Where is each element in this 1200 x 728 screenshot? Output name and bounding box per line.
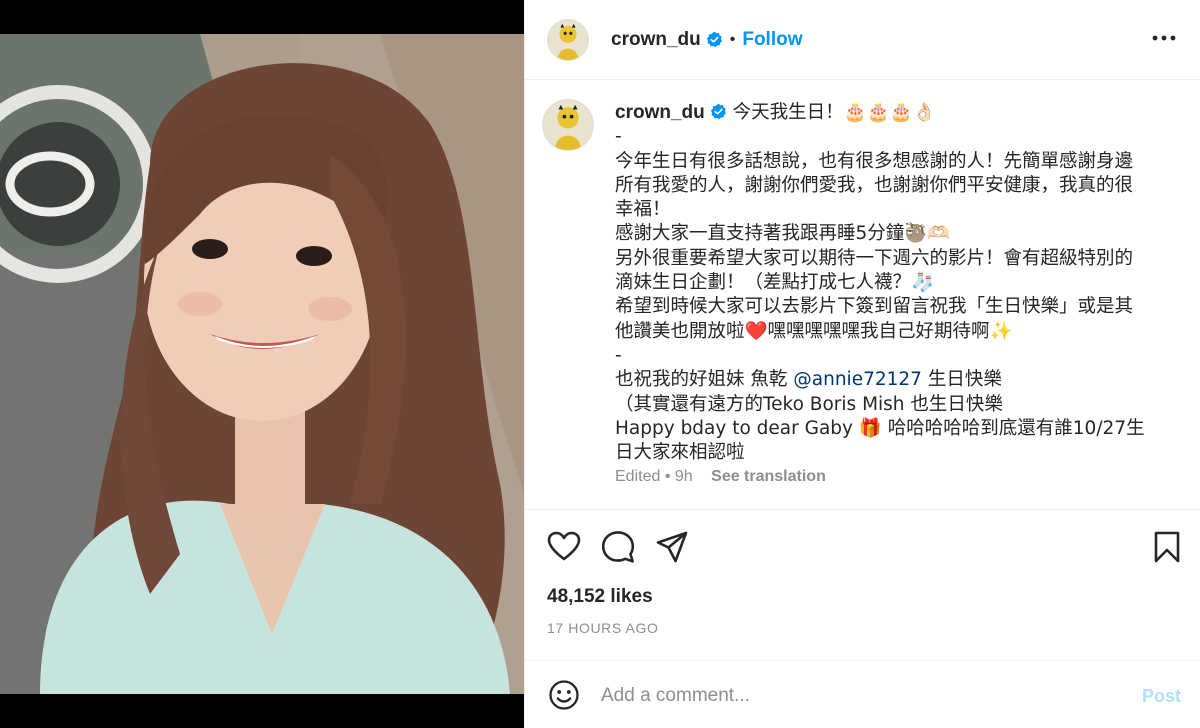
caption-line: - (615, 126, 622, 148)
follow-button[interactable]: Follow (742, 29, 802, 51)
caption-line: 幸福！ (615, 199, 671, 221)
bookmark-icon[interactable] (1150, 530, 1184, 564)
post-comment-button[interactable]: Post (1142, 686, 1181, 707)
action-bar (525, 510, 1200, 582)
caption-line: 今天我生日！🎂🎂🎂👌🏻 (732, 102, 936, 123)
edited-age[interactable]: 9h (675, 468, 693, 485)
caption-first-line: crown_du 今天我生日！🎂🎂🎂👌🏻 (615, 101, 1175, 125)
post-media[interactable] (0, 0, 524, 728)
likes-count[interactable]: 48,152 likes (547, 586, 653, 608)
see-translation-button[interactable]: See translation (711, 468, 826, 485)
caption-line: 日大家來相認啦 (615, 442, 745, 464)
caption-section: crown_du 今天我生日！🎂🎂🎂👌🏻 - 今年生日有很多話想說，也有很多想感… (525, 80, 1200, 510)
caption-text-fragment: 生日快樂 (921, 369, 1002, 391)
mention-link[interactable]: @annie72127 (793, 369, 922, 390)
caption-line: 希望到時候大家可以去影片下簽到留言祝我「生日快樂」或是其 (615, 296, 1134, 318)
avatar-image (548, 19, 588, 60)
caption-meta: Edited • 9h See translation (615, 468, 826, 486)
avatar[interactable] (547, 18, 589, 61)
more-options-icon[interactable] (1151, 28, 1177, 48)
caption-line: 感謝大家一直支持著我跟再睡5分鐘🦥🫶🏻 (615, 223, 951, 245)
caption-line: 另外很重要希望大家可以期待一下週六的影片！會有超級特別的 (615, 247, 1134, 269)
edited-label: Edited (615, 468, 661, 485)
caption-line: （其實還有遠方的Teko Boris Mish 也生日快樂 (615, 393, 1003, 415)
avatar-image (543, 100, 593, 150)
caption-avatar[interactable] (542, 99, 594, 151)
caption-mention-line: 也祝我的好姐妹 魚乾 @annie72127 生日快樂 (615, 368, 1175, 392)
verified-badge-icon (706, 31, 722, 48)
caption-text: crown_du 今天我生日！🎂🎂🎂👌🏻 - 今年生日有很多話想說，也有很多想感… (615, 101, 1175, 465)
photo-illustration (0, 34, 524, 694)
meta-separator: • (664, 468, 671, 485)
comment-bubble-icon[interactable] (601, 530, 635, 564)
post-timestamp[interactable]: 17 HOURS AGO (547, 620, 658, 636)
smiley-icon[interactable] (548, 679, 580, 711)
header-username[interactable]: crown_du (611, 29, 701, 51)
post-panel: crown_du • Follow crown_du 今天我生日！🎂🎂🎂👌🏻 -… (524, 0, 1200, 728)
caption-line: - (615, 344, 622, 366)
post-photo[interactable] (0, 34, 524, 694)
comment-input[interactable] (601, 681, 1101, 711)
post-header: crown_du • Follow (525, 0, 1200, 80)
verified-badge-icon (710, 103, 726, 120)
comment-bar: Post (525, 660, 1200, 728)
caption-line: 所有我愛的人，謝謝你們愛我，也謝謝你們平安健康，我真的很 (615, 174, 1134, 196)
caption-line: 他讚美也開放啦❤️嘿嘿嘿嘿嘿我自己好期待啊✨ (615, 320, 1013, 342)
caption-line: 滴妹生日企劃！（差點打成七人襪？🧦 (615, 272, 935, 294)
caption-username[interactable]: crown_du (615, 102, 705, 123)
heart-icon[interactable] (547, 530, 581, 564)
header-separator: • (729, 30, 736, 48)
paper-plane-icon[interactable] (655, 530, 689, 564)
caption-line: 今年生日有很多話想說，也有很多想感謝的人！先簡單感謝身邊 (615, 150, 1134, 172)
caption-text-fragment: 也祝我的好姐妹 魚乾 (615, 369, 794, 391)
caption-line: Happy bday to dear Gaby 🎁 哈哈哈哈哈到底還有誰10/2… (615, 417, 1145, 439)
